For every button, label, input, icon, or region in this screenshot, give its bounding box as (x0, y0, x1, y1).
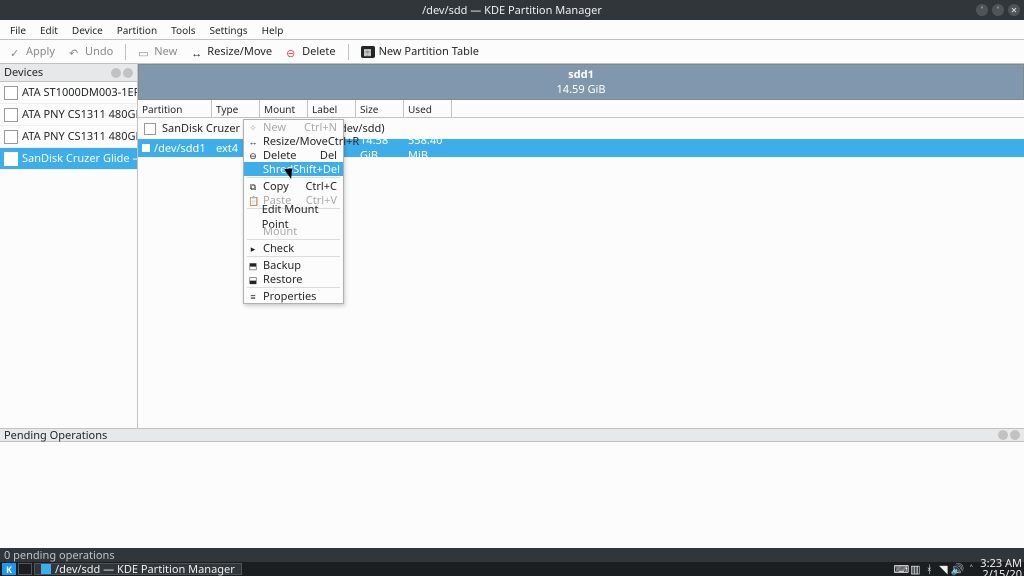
devices-panel: Devices ATA ST1000DM003-1ER1 – 931.51 Gi… (0, 64, 138, 428)
menu-icon: ✧ (248, 121, 258, 134)
col-label[interactable]: Label (308, 100, 356, 117)
disk-usage-bar[interactable]: sdd1 14.59 GiB (138, 64, 1024, 100)
toolbar-separator (348, 44, 349, 60)
toolbar: ✓Apply ↶Undo ▭New ↔Resize/Move ⊖Delete ▦… (0, 40, 1024, 64)
device-item[interactable]: ATA PNY CS1311 480GB – 447.13 GiB (… (0, 104, 137, 126)
menu-item-copy[interactable]: ⧉CopyCtrl+C (244, 179, 343, 193)
menu-tools[interactable]: Tools (165, 21, 201, 39)
menubar: File Edit Device Partition Tools Setting… (0, 20, 1024, 40)
window-titlebar: /dev/sdd — KDE Partition Manager ˅ ˄ ✕ (0, 0, 1024, 20)
minimize-icon[interactable]: ˅ (976, 4, 988, 16)
chevron-up-icon[interactable]: ˄ (966, 564, 976, 574)
taskbar-entry[interactable]: /dev/sdd — KDE Partition Manager (34, 563, 242, 575)
toolbar-separator (125, 44, 126, 60)
partition-table-header: Partition Type Mount Point Label Size Us… (138, 100, 1024, 118)
clipboard-icon[interactable]: ▥ (910, 564, 920, 574)
menu-item-shred[interactable]: ShredShift+Del (244, 162, 343, 176)
keyboard-icon[interactable]: ⌨ (896, 564, 906, 574)
menu-icon: ⧉ (248, 180, 258, 193)
menu-file[interactable]: File (4, 21, 32, 39)
menu-icon: ⊖ (248, 149, 258, 162)
volume-icon[interactable]: 🔊 (952, 564, 962, 574)
disk-icon (4, 86, 18, 100)
delete-icon: ⊖ (286, 46, 298, 58)
table-icon: ▦ (361, 46, 375, 58)
undo-icon: ↶ (69, 46, 81, 58)
menu-settings[interactable]: Settings (204, 21, 254, 39)
resize-icon: ↔ (191, 46, 203, 58)
menu-device[interactable]: Device (66, 21, 109, 39)
col-partition[interactable]: Partition (138, 100, 212, 117)
diskbar-size: 14.59 GiB (557, 82, 606, 97)
undo-button: ↶Undo (63, 42, 119, 61)
menu-item-delete[interactable]: ⊖DeleteDel (244, 148, 343, 162)
menu-item-edit-mount-point[interactable]: Edit Mount Point (244, 210, 343, 224)
statusbar: 0 pending operations (0, 548, 1024, 562)
col-used[interactable]: Used (404, 100, 452, 117)
menu-edit[interactable]: Edit (34, 21, 64, 39)
diskbar-name: sdd1 (568, 67, 594, 82)
taskbar: K /dev/sdd — KDE Partition Manager ⌨ ▥ ᚼ… (0, 562, 1024, 576)
menu-icon: ≡ (248, 290, 258, 303)
check-icon: ✓ (10, 46, 22, 58)
disk-icon (4, 152, 18, 166)
close-icon[interactable]: ✕ (1008, 4, 1020, 16)
device-item-selected[interactable]: SanDisk Cruzer Glide – 14.59 GiB (/dev… (0, 148, 137, 170)
device-item[interactable]: ATA PNY CS1311 480GB – 447.13 GiB (… (0, 126, 137, 148)
resize-button[interactable]: ↔Resize/Move (185, 42, 278, 61)
app-icon (41, 564, 51, 574)
new-partition-table-button[interactable]: ▦New Partition Table (355, 42, 485, 61)
col-mount[interactable]: Mount Point (260, 100, 308, 117)
maximize-icon[interactable]: ˄ (992, 4, 1004, 16)
wifi-icon[interactable]: ◥ (938, 564, 948, 574)
menu-item-check[interactable]: ▸Check (244, 241, 343, 255)
menu-item-properties[interactable]: ≡Properties (244, 289, 343, 303)
menu-partition[interactable]: Partition (111, 21, 163, 39)
menu-icon: ⬒ (248, 259, 258, 272)
app-launcher-icon[interactable]: K (2, 563, 16, 575)
menu-item-resize-move[interactable]: ↔Resize/MoveCtrl+R (244, 134, 343, 148)
menu-icon: ▸ (248, 242, 258, 255)
clock[interactable]: 3:23 AM 2/15/20 (980, 558, 1022, 576)
window-title: /dev/sdd — KDE Partition Manager (422, 3, 602, 18)
close-panel-icon[interactable] (1010, 430, 1020, 440)
menu-item-new: ✧NewCtrl+N (244, 120, 343, 134)
system-tray: ⌨ ▥ ᚼ ◥ 🔊 ˄ 3:23 AM 2/15/20 (896, 558, 1022, 576)
float-icon[interactable] (998, 430, 1008, 440)
col-type[interactable]: Type (212, 100, 260, 117)
new-button: ▭New (132, 42, 183, 61)
bluetooth-icon[interactable]: ᚼ (924, 564, 934, 574)
menu-item-restore[interactable]: ⬓Restore (244, 272, 343, 286)
new-icon: ▭ (138, 46, 150, 58)
apply-button: ✓Apply (4, 42, 61, 61)
pending-header: Pending Operations (0, 428, 1024, 442)
disk-icon (144, 123, 156, 135)
delete-button[interactable]: ⊖Delete (280, 42, 341, 61)
pending-operations-list (0, 442, 1024, 548)
fs-swatch (142, 144, 150, 152)
disk-icon (4, 108, 18, 122)
menu-item-backup[interactable]: ⬒Backup (244, 258, 343, 272)
col-size[interactable]: Size (356, 100, 404, 117)
close-panel-icon[interactable] (123, 68, 133, 78)
devices-header: Devices (0, 64, 137, 82)
menu-help[interactable]: Help (256, 21, 290, 39)
disk-icon (4, 130, 18, 144)
dashboard-icon[interactable] (18, 563, 32, 575)
partition-context-menu: ✧NewCtrl+N↔Resize/MoveCtrl+R⊖DeleteDelSh… (243, 119, 344, 304)
menu-icon: ⬓ (248, 273, 258, 286)
float-icon[interactable] (111, 68, 121, 78)
device-item[interactable]: ATA ST1000DM003-1ER1 – 931.51 GiB (… (0, 82, 137, 104)
menu-icon: ↔ (248, 135, 258, 148)
